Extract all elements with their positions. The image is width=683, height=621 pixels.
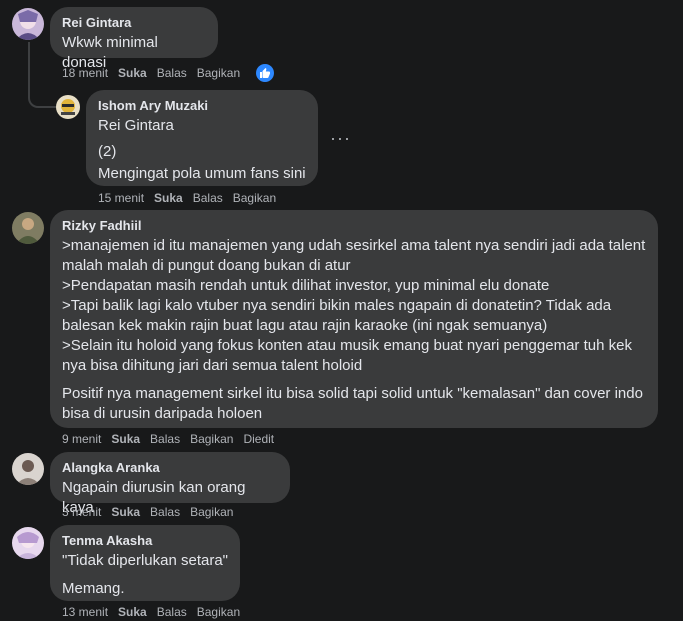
comment-bubble: Tenma Akasha "Tidak diperlukan setara" M… xyxy=(50,525,240,601)
thread-connector xyxy=(28,82,56,108)
comment-actions: 15 menit Suka Balas Bagikan xyxy=(98,190,318,206)
avatar-rei-gintara[interactable] xyxy=(12,8,44,40)
thread-line xyxy=(28,42,30,84)
comment-time[interactable]: 9 menit xyxy=(62,431,101,447)
like-button[interactable]: Suka xyxy=(111,504,140,520)
comment-bubble: Alangka Aranka Ngapain diurusin kan oran… xyxy=(50,452,290,516)
comment-actions: 13 menit Suka Balas Bagikan xyxy=(62,604,282,620)
share-button[interactable]: Bagikan xyxy=(190,431,233,447)
comment-text: "Tidak diperlukan setara" xyxy=(62,552,229,569)
comment-text: (2) xyxy=(98,143,117,160)
comment-line: balesan kek makin rajin buat lagu atau r… xyxy=(62,317,548,334)
comment-line: nya bisa dihitung jari dari semua talent… xyxy=(62,357,363,374)
reply-button[interactable]: Balas xyxy=(193,190,223,206)
comment-author[interactable]: Ishom Ary Muzaki xyxy=(98,98,306,114)
reply-button[interactable]: Balas xyxy=(157,65,187,81)
comment-actions: 18 menit Suka Balas Bagikan xyxy=(62,64,302,82)
thumbs-up-icon[interactable] xyxy=(256,64,275,82)
comment-line: Positif nya management sirkel itu bisa s… xyxy=(62,385,643,402)
comment-time[interactable]: 3 menit xyxy=(62,504,101,520)
like-button[interactable]: Suka xyxy=(118,65,147,81)
comment-bubble: Rizky Fadhiil >manajemen id itu manajeme… xyxy=(50,210,658,428)
reply-button[interactable]: Balas xyxy=(150,504,180,520)
comment-line: bisa di urusin daripada holoen xyxy=(62,405,263,422)
comment-text: >manajemen id itu manajemen yang udah se… xyxy=(62,236,646,376)
share-button[interactable]: Bagikan xyxy=(197,65,240,81)
like-button[interactable]: Suka xyxy=(154,190,183,206)
share-button[interactable]: Bagikan xyxy=(233,190,276,206)
comment-line: malah malah di pungut doang bukan di atu… xyxy=(62,257,351,274)
comment-bubble: Ishom Ary Muzaki Rei Gintara (2) Menging… xyxy=(86,90,318,186)
comment-line: >Pendapatan masih rendah untuk dilihat i… xyxy=(62,277,550,294)
comment-mention[interactable]: Rei Gintara xyxy=(98,116,306,136)
comment-actions: 3 menit Suka Balas Bagikan xyxy=(62,504,282,520)
edited-label[interactable]: Diedit xyxy=(243,431,274,447)
comment-text: Memang. xyxy=(62,580,125,597)
like-button[interactable]: Suka xyxy=(111,431,140,447)
avatar-tenma-akasha[interactable] xyxy=(12,527,44,559)
comment-author[interactable]: Tenma Akasha xyxy=(62,533,228,549)
more-options-icon[interactable]: ··· xyxy=(330,128,351,149)
comment-actions: 9 menit Suka Balas Bagikan Diedit xyxy=(62,431,322,447)
comment-line: >manajemen id itu manajemen yang udah se… xyxy=(62,237,646,254)
comment-bubble: Rei Gintara Wkwk minimal donasi xyxy=(50,7,218,71)
comment-author[interactable]: Alangka Aranka xyxy=(62,460,278,476)
share-button[interactable]: Bagikan xyxy=(190,504,233,520)
reply-button[interactable]: Balas xyxy=(157,604,187,620)
comment-time[interactable]: 15 menit xyxy=(98,190,144,206)
comment-time[interactable]: 18 menit xyxy=(62,65,108,81)
avatar-alangka-aranka[interactable] xyxy=(12,453,44,485)
comment-text: Positif nya management sirkel itu bisa s… xyxy=(62,384,646,424)
comment-time[interactable]: 13 menit xyxy=(62,604,108,620)
avatar-rizky-fadhiil[interactable] xyxy=(12,212,44,244)
comment-line: >Tapi balik lagi kalo vtuber nya sendiri… xyxy=(62,297,612,314)
reply-button[interactable]: Balas xyxy=(150,431,180,447)
comment-author[interactable]: Rizky Fadhiil xyxy=(62,218,646,234)
avatar-ishom-ary-muzaki[interactable] xyxy=(56,95,80,119)
comment-author[interactable]: Rei Gintara xyxy=(62,15,206,31)
comment-line: >Selain itu holoid yang fokus konten ata… xyxy=(62,337,632,354)
like-button[interactable]: Suka xyxy=(118,604,147,620)
share-button[interactable]: Bagikan xyxy=(197,604,240,620)
comment-text: Mengingat pola umum fans sini xyxy=(98,165,306,182)
